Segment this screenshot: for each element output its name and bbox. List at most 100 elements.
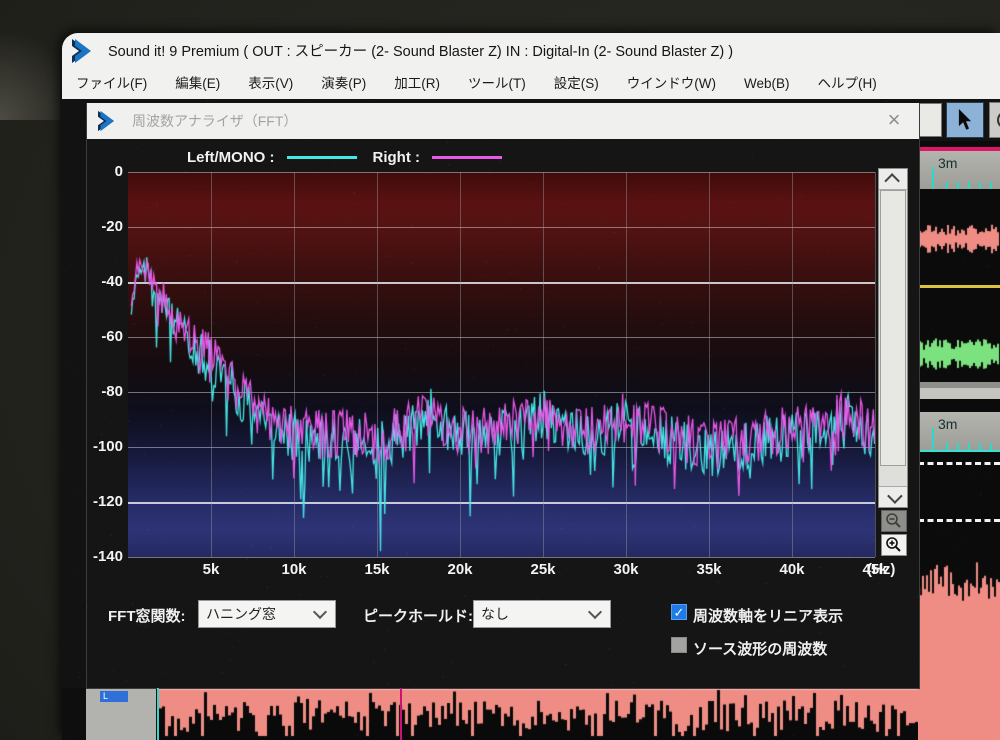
time-ruler-label: 3m: [938, 155, 957, 171]
peak-hold-label: ピークホールド:: [363, 605, 473, 626]
menu-item-6[interactable]: 設定(S): [540, 69, 613, 99]
pointer-arrow-icon: [956, 109, 974, 131]
x-tick-label: 40k: [770, 561, 814, 578]
x-tick-label: 15k: [355, 561, 399, 578]
time-ruler-2[interactable]: 3m: [918, 412, 1000, 452]
menu-item-0[interactable]: ファイル(F): [62, 69, 161, 99]
menu-item-5[interactable]: ツール(T): [454, 69, 540, 99]
scrollbar-thumb[interactable]: [880, 190, 906, 466]
channel-info-panel: L: [86, 688, 156, 740]
legend-swatch-0: [287, 156, 357, 159]
photo-of-monitor: { "window": { "title": "Sound it! 9 Prem…: [0, 0, 1000, 740]
x-tick-label: 25k: [521, 561, 565, 578]
menu-item-3[interactable]: 演奏(P): [307, 69, 380, 99]
linear-axis-checkbox[interactable]: ✓: [671, 604, 687, 620]
y-tick-label: -80: [87, 383, 123, 400]
background-wave-editor-column: 3m 3m: [918, 141, 1000, 740]
fft-window-label: FFT窓関数:: [108, 605, 185, 626]
ruler-minor-tick: [979, 182, 981, 189]
dialog-titlebar[interactable]: 周波数アナライザ（FFT） ×: [87, 103, 919, 139]
toolbar-circle-tool-button[interactable]: [989, 102, 1000, 138]
peak-hold-select[interactable]: なし: [473, 600, 611, 628]
menu-item-4[interactable]: 加工(R): [380, 69, 454, 99]
magnifier-minus-icon: [885, 512, 903, 530]
ruler-minor-tick: [968, 182, 970, 189]
ruler-minor-tick: [957, 182, 959, 189]
chart-legend: Left/MONO : Right :: [187, 147, 518, 167]
selection-dashed-line: [918, 462, 1000, 465]
x-tick-label: 35k: [687, 561, 731, 578]
ruler-major-tick: [932, 167, 934, 189]
app-titlebar[interactable]: Sound it! 9 Premium ( OUT : スピーカー (2- So…: [62, 33, 1000, 68]
source-freq-checkbox[interactable]: [671, 637, 687, 653]
x-tick-label: 30k: [604, 561, 648, 578]
fft-window-select[interactable]: ハニング窓: [198, 600, 336, 628]
time-ruler-label: 3m: [938, 416, 957, 432]
menu-item-7[interactable]: ウインドウ(W): [613, 69, 730, 99]
zoom-in-button[interactable]: [881, 534, 907, 556]
menu-item-9[interactable]: ヘルプ(H): [804, 69, 891, 99]
ruler-minor-tick: [946, 182, 948, 189]
peak-hold-value: なし: [474, 604, 590, 624]
legend-label-0: Left/MONO :: [187, 149, 275, 166]
ruler-major-tick: [932, 428, 934, 450]
y-tick-label: 0: [87, 163, 123, 180]
marker-line: [400, 688, 402, 740]
selection-dashed-line: [918, 519, 1000, 522]
x-tick-label: 5k: [189, 561, 233, 578]
waveform-green-right-channel[interactable]: [918, 288, 1000, 382]
y-tick-label: -100: [87, 438, 123, 455]
chevron-down-icon: [588, 605, 602, 619]
gridline-h: [128, 557, 875, 558]
y-tick-label: -40: [87, 273, 123, 290]
toolbar-button-partial[interactable]: [918, 103, 942, 137]
chevron-down-icon: [313, 605, 327, 619]
waveform-pink-left-channel[interactable]: [918, 189, 1000, 285]
source-freq-label: ソース波形の周波数: [693, 638, 827, 659]
legend-swatch-1: [432, 156, 502, 159]
menu-item-1[interactable]: 編集(E): [161, 69, 234, 99]
y-tick-label: -60: [87, 328, 123, 345]
scroll-down-button[interactable]: [879, 486, 907, 507]
ruler-minor-tick: [946, 443, 948, 450]
time-ruler-1[interactable]: 3m: [918, 151, 1000, 191]
gridline-v: [875, 172, 876, 557]
left-channel-badge: L: [100, 691, 128, 702]
fft-analyzer-dialog: 周波数アナライザ（FFT） × Left/MONO : Right : 0 -20 -…: [86, 103, 920, 689]
fft-trace-canvas: [128, 172, 875, 557]
menu-item-2[interactable]: 表示(V): [234, 69, 307, 99]
ruler-minor-tick: [990, 182, 992, 189]
chevron-down-icon: [887, 488, 903, 504]
menubar: ファイル(F)編集(E)表示(V)演奏(P)加工(R)ツール(T)設定(S)ウイ…: [62, 68, 1000, 100]
circle-tool-icon: [994, 108, 1000, 132]
waveform-pink-dense-bottom[interactable]: [159, 688, 918, 740]
bottom-wave-editor-strip: L: [62, 688, 918, 740]
vertical-scrollbar[interactable]: [878, 168, 908, 508]
pointer-tool-button[interactable]: [946, 102, 984, 138]
monitor-screen: Sound it! 9 Premium ( OUT : スピーカー (2- So…: [62, 33, 1000, 740]
menu-item-8[interactable]: Web(B): [730, 69, 804, 99]
chevron-up-icon: [884, 173, 900, 189]
ruler-minor-tick: [968, 443, 970, 450]
waveform-pink-dense[interactable]: [918, 548, 1000, 740]
magnifier-plus-icon: [885, 536, 903, 554]
ruler-minor-tick: [957, 443, 959, 450]
scroll-up-button[interactable]: [879, 169, 907, 190]
horizontal-scrollbar[interactable]: [918, 382, 1000, 399]
close-icon[interactable]: ×: [881, 107, 907, 133]
x-tick-label: 10k: [272, 561, 316, 578]
playback-cursor-line: [157, 688, 159, 740]
y-tick-label: -20: [87, 218, 123, 235]
legend-label-1: Right :: [373, 149, 420, 166]
zoom-out-button[interactable]: [881, 510, 907, 532]
monitor-bezel-sheen: [0, 0, 60, 120]
app-logo-icon: [70, 38, 100, 64]
fft-plot-area: [128, 172, 875, 557]
linear-axis-label: 周波数軸をリニア表示: [693, 605, 843, 626]
window-title: Sound it! 9 Premium ( OUT : スピーカー (2- So…: [108, 40, 733, 61]
x-tick-label: 20k: [438, 561, 482, 578]
fft-window-value: ハニング窓: [199, 604, 315, 624]
dialog-title: 周波数アナライザ（FFT）: [132, 111, 297, 131]
y-tick-label: -140: [87, 548, 123, 565]
ruler-minor-tick: [979, 443, 981, 450]
